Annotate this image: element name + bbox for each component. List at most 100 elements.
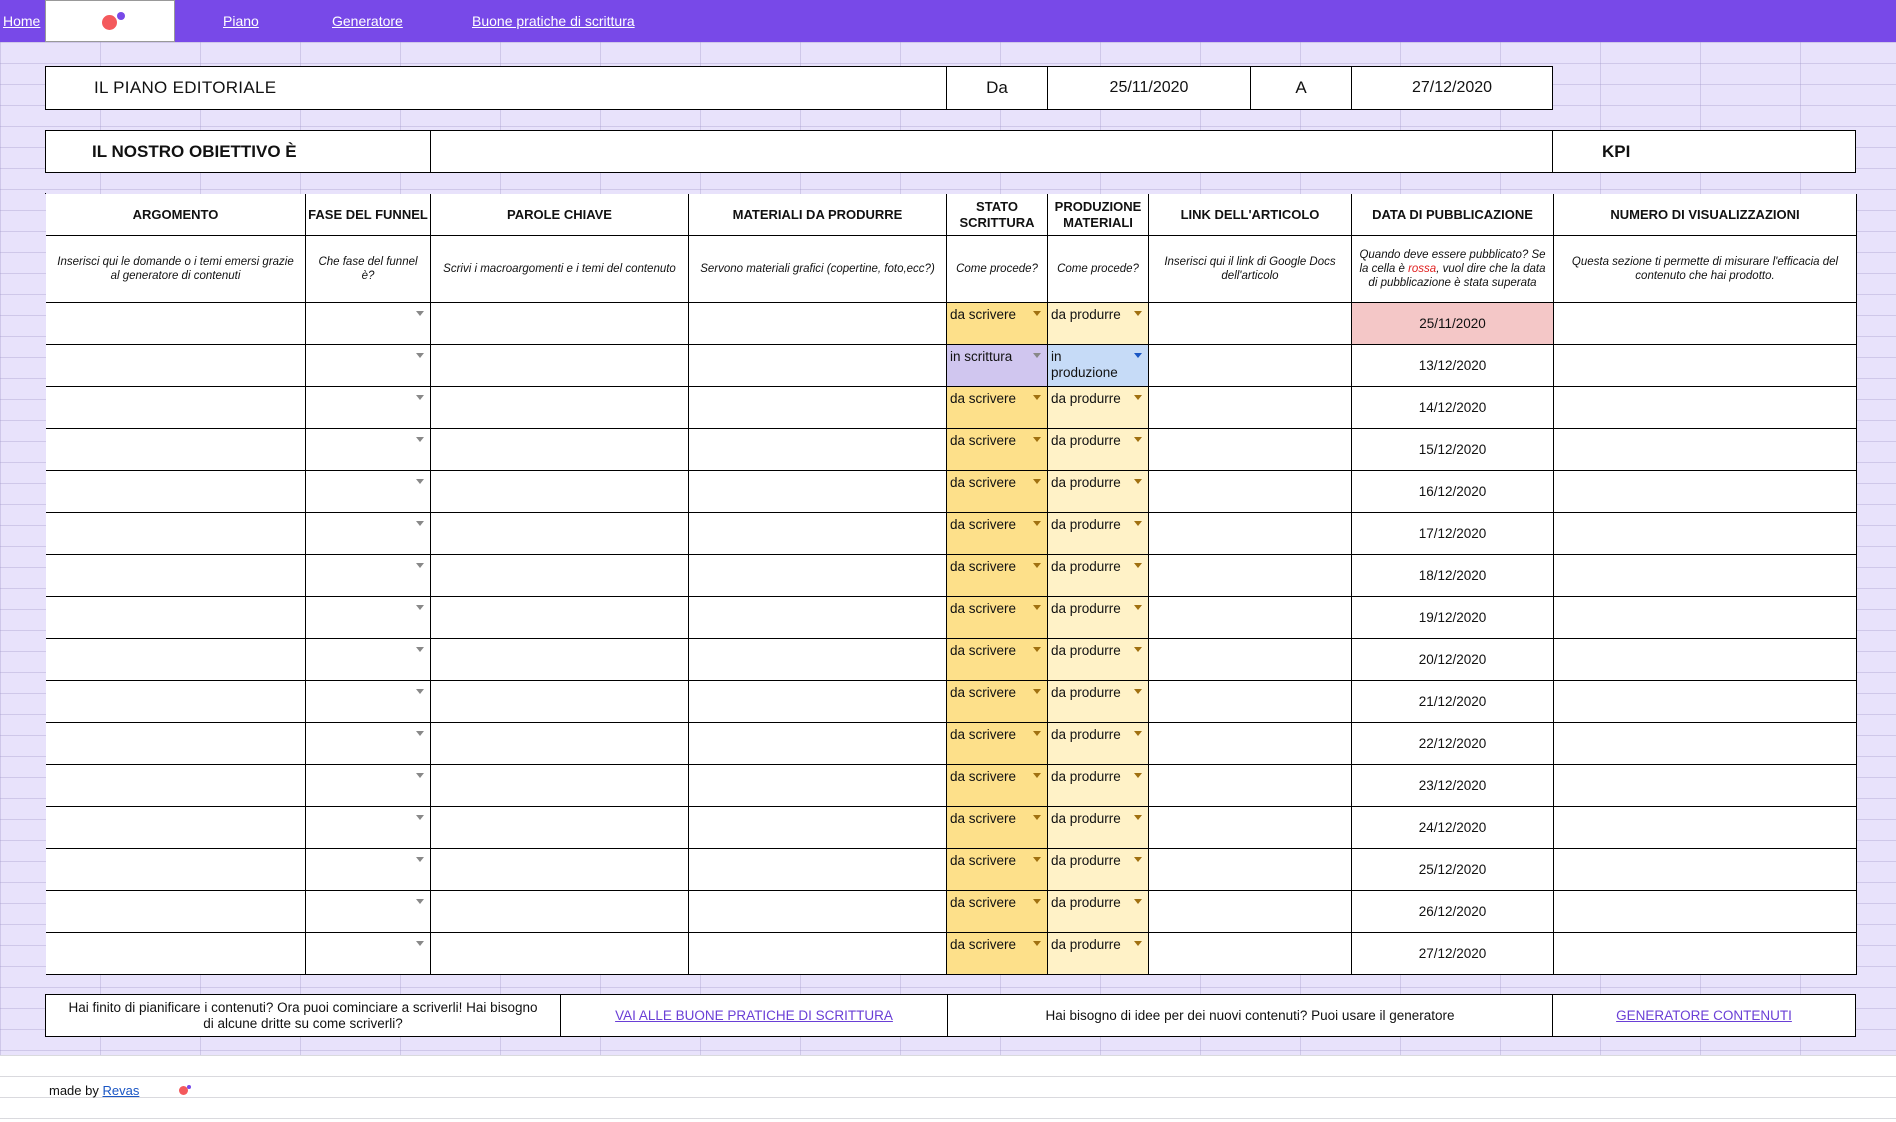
row-6-fase-funnel[interactable]	[306, 513, 431, 555]
dropdown-caret-icon[interactable]	[416, 899, 424, 904]
row-9-produzione-materiali[interactable]: da produrre	[1048, 639, 1149, 681]
row-2-data-pubblicazione[interactable]: 13/12/2020	[1352, 345, 1554, 387]
row-2-link-articolo[interactable]	[1149, 345, 1352, 387]
row-7-argomento[interactable]	[46, 555, 306, 597]
row-11-parole-chiave[interactable]	[431, 723, 689, 765]
row-15-visualizzazioni[interactable]	[1554, 891, 1857, 933]
row-12-visualizzazioni[interactable]	[1554, 765, 1857, 807]
row-3-argomento[interactable]	[46, 387, 306, 429]
row-9-parole-chiave[interactable]	[431, 639, 689, 681]
row-11-data-pubblicazione[interactable]: 22/12/2020	[1352, 723, 1554, 765]
dropdown-caret-icon[interactable]	[1134, 815, 1142, 820]
row-16-parole-chiave[interactable]	[431, 933, 689, 975]
dropdown-caret-icon[interactable]	[416, 815, 424, 820]
row-16-produzione-materiali[interactable]: da produrre	[1048, 933, 1149, 975]
dropdown-caret-icon[interactable]	[1033, 605, 1041, 610]
row-5-fase-funnel[interactable]	[306, 471, 431, 513]
row-9-materiali[interactable]	[689, 639, 947, 681]
row-6-parole-chiave[interactable]	[431, 513, 689, 555]
row-13-parole-chiave[interactable]	[431, 807, 689, 849]
revas-link[interactable]: Revas	[103, 1083, 140, 1098]
dropdown-caret-icon[interactable]	[416, 857, 424, 862]
row-3-fase-funnel[interactable]	[306, 387, 431, 429]
row-4-argomento[interactable]	[46, 429, 306, 471]
row-10-link-articolo[interactable]	[1149, 681, 1352, 723]
row-10-materiali[interactable]	[689, 681, 947, 723]
row-15-fase-funnel[interactable]	[306, 891, 431, 933]
row-7-stato-scrittura[interactable]: da scrivere	[947, 555, 1048, 597]
row-16-fase-funnel[interactable]	[306, 933, 431, 975]
row-2-produzione-materiali[interactable]: in produzione	[1048, 345, 1149, 387]
row-4-produzione-materiali[interactable]: da produrre	[1048, 429, 1149, 471]
dropdown-caret-icon[interactable]	[1134, 437, 1142, 442]
dropdown-caret-icon[interactable]	[416, 731, 424, 736]
row-4-stato-scrittura[interactable]: da scrivere	[947, 429, 1048, 471]
row-14-fase-funnel[interactable]	[306, 849, 431, 891]
row-7-produzione-materiali[interactable]: da produrre	[1048, 555, 1149, 597]
dropdown-caret-icon[interactable]	[416, 563, 424, 568]
row-5-data-pubblicazione[interactable]: 16/12/2020	[1352, 471, 1554, 513]
row-11-materiali[interactable]	[689, 723, 947, 765]
dropdown-caret-icon[interactable]	[416, 689, 424, 694]
dropdown-caret-icon[interactable]	[1033, 311, 1041, 316]
nav-piano-link[interactable]: Piano	[223, 13, 259, 29]
dropdown-caret-icon[interactable]	[416, 353, 424, 358]
row-3-stato-scrittura[interactable]: da scrivere	[947, 387, 1048, 429]
dropdown-caret-icon[interactable]	[1134, 479, 1142, 484]
row-5-stato-scrittura[interactable]: da scrivere	[947, 471, 1048, 513]
row-5-argomento[interactable]	[46, 471, 306, 513]
row-11-stato-scrittura[interactable]: da scrivere	[947, 723, 1048, 765]
row-14-visualizzazioni[interactable]	[1554, 849, 1857, 891]
row-14-stato-scrittura[interactable]: da scrivere	[947, 849, 1048, 891]
dropdown-caret-icon[interactable]	[1134, 857, 1142, 862]
row-11-argomento[interactable]	[46, 723, 306, 765]
row-4-visualizzazioni[interactable]	[1554, 429, 1857, 471]
dropdown-caret-icon[interactable]	[1033, 353, 1041, 358]
row-1-produzione-materiali[interactable]: da produrre	[1048, 303, 1149, 345]
dropdown-caret-icon[interactable]	[416, 773, 424, 778]
dropdown-caret-icon[interactable]	[1033, 647, 1041, 652]
row-3-data-pubblicazione[interactable]: 14/12/2020	[1352, 387, 1554, 429]
row-7-materiali[interactable]	[689, 555, 947, 597]
dropdown-caret-icon[interactable]	[1134, 311, 1142, 316]
row-9-link-articolo[interactable]	[1149, 639, 1352, 681]
row-4-materiali[interactable]	[689, 429, 947, 471]
row-16-materiali[interactable]	[689, 933, 947, 975]
row-14-link-articolo[interactable]	[1149, 849, 1352, 891]
row-5-produzione-materiali[interactable]: da produrre	[1048, 471, 1149, 513]
row-9-data-pubblicazione[interactable]: 20/12/2020	[1352, 639, 1554, 681]
row-4-data-pubblicazione[interactable]: 15/12/2020	[1352, 429, 1554, 471]
row-8-visualizzazioni[interactable]	[1554, 597, 1857, 639]
row-6-link-articolo[interactable]	[1149, 513, 1352, 555]
row-16-data-pubblicazione[interactable]: 27/12/2020	[1352, 933, 1554, 975]
row-4-link-articolo[interactable]	[1149, 429, 1352, 471]
date-from-value[interactable]: 25/11/2020	[1047, 66, 1251, 110]
row-10-produzione-materiali[interactable]: da produrre	[1048, 681, 1149, 723]
row-8-parole-chiave[interactable]	[431, 597, 689, 639]
row-1-link-articolo[interactable]	[1149, 303, 1352, 345]
row-1-data-pubblicazione[interactable]: 25/11/2020	[1352, 303, 1554, 345]
row-16-argomento[interactable]	[46, 933, 306, 975]
row-12-stato-scrittura[interactable]: da scrivere	[947, 765, 1048, 807]
dropdown-caret-icon[interactable]	[416, 605, 424, 610]
row-6-argomento[interactable]	[46, 513, 306, 555]
row-8-argomento[interactable]	[46, 597, 306, 639]
dropdown-caret-icon[interactable]	[1134, 647, 1142, 652]
row-5-materiali[interactable]	[689, 471, 947, 513]
row-12-data-pubblicazione[interactable]: 23/12/2020	[1352, 765, 1554, 807]
row-15-data-pubblicazione[interactable]: 26/12/2020	[1352, 891, 1554, 933]
row-1-parole-chiave[interactable]	[431, 303, 689, 345]
row-10-data-pubblicazione[interactable]: 21/12/2020	[1352, 681, 1554, 723]
row-2-stato-scrittura[interactable]: in scrittura	[947, 345, 1048, 387]
row-9-fase-funnel[interactable]	[306, 639, 431, 681]
row-6-materiali[interactable]	[689, 513, 947, 555]
generatore-contenuti-link[interactable]: GENERATORE CONTENUTI	[1616, 1008, 1792, 1023]
dropdown-caret-icon[interactable]	[1033, 521, 1041, 526]
dropdown-caret-icon[interactable]	[1134, 731, 1142, 736]
dropdown-caret-icon[interactable]	[1134, 395, 1142, 400]
row-8-fase-funnel[interactable]	[306, 597, 431, 639]
row-5-parole-chiave[interactable]	[431, 471, 689, 513]
row-16-visualizzazioni[interactable]	[1554, 933, 1857, 975]
row-3-parole-chiave[interactable]	[431, 387, 689, 429]
row-7-link-articolo[interactable]	[1149, 555, 1352, 597]
